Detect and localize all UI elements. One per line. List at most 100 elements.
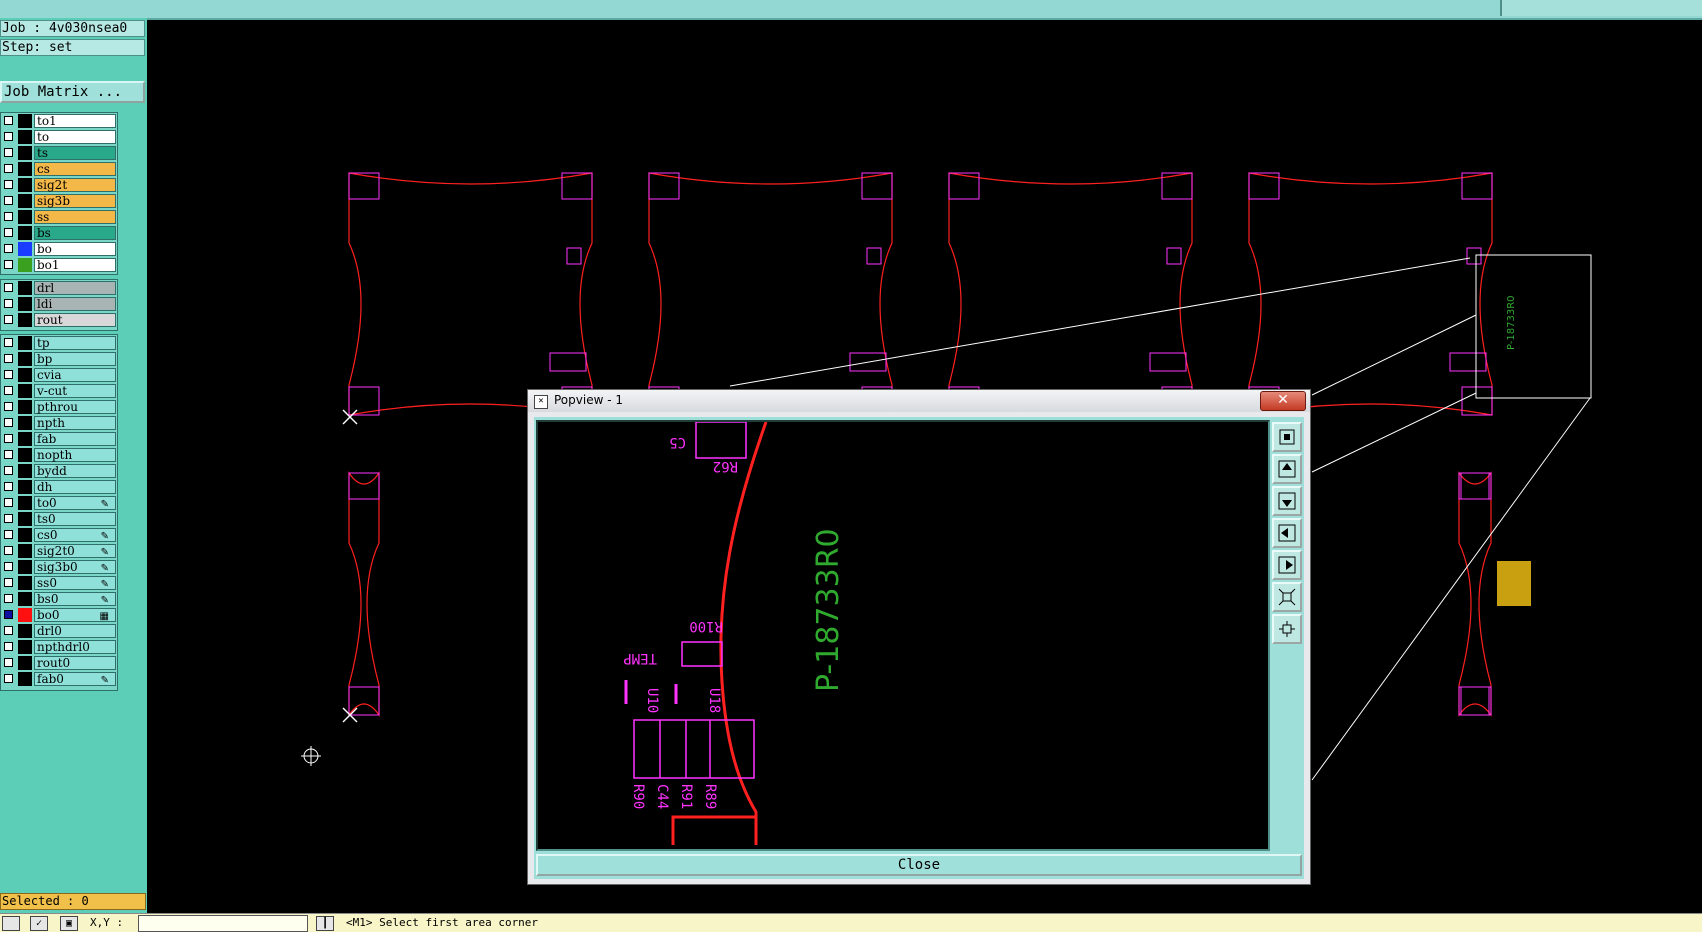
layer-color-swatch[interactable]: [18, 242, 32, 256]
layer-name[interactable]: v-cut: [34, 384, 116, 398]
layer-checkbox[interactable]: [4, 498, 13, 507]
layer-name[interactable]: bydd: [34, 464, 116, 478]
layer-row-v-cut[interactable]: v-cut: [1, 383, 117, 399]
layer-color-swatch[interactable]: [18, 114, 32, 128]
layer-name[interactable]: to0 ✎: [34, 496, 116, 510]
layer-row-ldi[interactable]: ldi: [1, 296, 117, 312]
layer-color-swatch[interactable]: [18, 400, 32, 414]
layer-checkbox[interactable]: [4, 482, 13, 491]
layer-row-npth[interactable]: npth: [1, 415, 117, 431]
snap-icon[interactable]: ▣: [60, 916, 78, 931]
layer-row-to1[interactable]: to1: [1, 113, 117, 129]
layer-checkbox[interactable]: [4, 260, 13, 269]
layer-checkbox[interactable]: [4, 562, 13, 571]
layer-row-to[interactable]: to: [1, 129, 117, 145]
layer-checkbox[interactable]: [4, 418, 13, 427]
layer-name[interactable]: fab0 ✎: [34, 672, 116, 686]
layer-name[interactable]: npth: [34, 416, 116, 430]
layer-color-swatch[interactable]: [18, 384, 32, 398]
layer-color-swatch[interactable]: [18, 512, 32, 526]
layer-name[interactable]: ss: [34, 210, 116, 224]
layer-checkbox[interactable]: [4, 212, 13, 221]
layer-checkbox[interactable]: [4, 450, 13, 459]
layer-color-swatch[interactable]: [18, 656, 32, 670]
check-icon[interactable]: ✓: [30, 916, 48, 931]
layer-row-pthrou[interactable]: pthrou: [1, 399, 117, 415]
layer-checkbox[interactable]: [4, 610, 13, 619]
close-button[interactable]: Close: [536, 854, 1302, 876]
layer-checkbox[interactable]: [4, 116, 13, 125]
layer-name[interactable]: npthdrl0: [34, 640, 116, 654]
xy-input[interactable]: [138, 915, 308, 932]
layer-name[interactable]: bs0 ✎: [34, 592, 116, 606]
tool-button-1[interactable]: [2, 916, 20, 931]
layer-color-swatch[interactable]: [18, 608, 32, 622]
layer-checkbox[interactable]: [4, 514, 13, 523]
layer-row-dh[interactable]: dh: [1, 479, 117, 495]
popview-canvas[interactable]: R62 C5 R100 TEMP U10 U18 R90 C44 R91 R89…: [536, 420, 1270, 851]
layer-name[interactable]: bo1: [34, 258, 116, 272]
layer-color-swatch[interactable]: [18, 544, 32, 558]
pin-icon[interactable]: ┃: [316, 916, 334, 931]
layer-name[interactable]: fab: [34, 432, 116, 446]
layer-row-drl[interactable]: drl: [1, 280, 117, 296]
layer-row-drl0[interactable]: drl0: [1, 623, 117, 639]
layer-row-rout[interactable]: rout: [1, 312, 117, 328]
layer-checkbox[interactable]: [4, 338, 13, 347]
layer-color-swatch[interactable]: [18, 448, 32, 462]
layer-color-swatch[interactable]: [18, 194, 32, 208]
layer-color-swatch[interactable]: [18, 226, 32, 240]
layer-row-cs[interactable]: cs: [1, 161, 117, 177]
layer-row-ts[interactable]: ts: [1, 145, 117, 161]
layer-row-bydd[interactable]: bydd: [1, 463, 117, 479]
layer-color-swatch[interactable]: [18, 146, 32, 160]
layer-color-swatch[interactable]: [18, 480, 32, 494]
layer-color-swatch[interactable]: [18, 352, 32, 366]
layer-checkbox[interactable]: [4, 299, 13, 308]
layer-color-swatch[interactable]: [18, 464, 32, 478]
layer-color-swatch[interactable]: [18, 640, 32, 654]
layer-color-swatch[interactable]: [18, 432, 32, 446]
layer-checkbox[interactable]: [4, 642, 13, 651]
layer-name[interactable]: bo: [34, 242, 116, 256]
layer-name[interactable]: to: [34, 130, 116, 144]
layer-color-swatch[interactable]: [18, 210, 32, 224]
layer-row-bo[interactable]: bo: [1, 241, 117, 257]
layer-checkbox[interactable]: [4, 370, 13, 379]
layer-row-sig2t0[interactable]: sig2t0 ✎: [1, 543, 117, 559]
layer-checkbox[interactable]: [4, 196, 13, 205]
layer-name[interactable]: cs0 ✎: [34, 528, 116, 542]
pan-left-icon[interactable]: [1272, 518, 1302, 548]
layer-name[interactable]: bs: [34, 226, 116, 240]
layer-checkbox[interactable]: [4, 674, 13, 683]
layer-name[interactable]: drl0: [34, 624, 116, 638]
layer-checkbox[interactable]: [4, 132, 13, 141]
layer-row-tp[interactable]: tp: [1, 335, 117, 351]
layer-name[interactable]: sig2t: [34, 178, 116, 192]
layer-color-swatch[interactable]: [18, 258, 32, 272]
layer-checkbox[interactable]: [4, 354, 13, 363]
layer-name[interactable]: ts0: [34, 512, 116, 526]
layer-checkbox[interactable]: [4, 434, 13, 443]
layer-name[interactable]: cs: [34, 162, 116, 176]
layer-color-swatch[interactable]: [18, 162, 32, 176]
layer-checkbox[interactable]: [4, 164, 13, 173]
layer-name[interactable]: pthrou: [34, 400, 116, 414]
layer-name[interactable]: ss0 ✎: [34, 576, 116, 590]
pan-right-icon[interactable]: [1272, 550, 1302, 580]
layer-row-bs0[interactable]: bs0 ✎: [1, 591, 117, 607]
layer-color-swatch[interactable]: [18, 576, 32, 590]
layer-name[interactable]: rout: [34, 313, 116, 327]
layer-checkbox[interactable]: [4, 546, 13, 555]
pan-down-icon[interactable]: [1272, 486, 1302, 516]
layer-row-sig2t[interactable]: sig2t: [1, 177, 117, 193]
layer-row-nopth[interactable]: nopth: [1, 447, 117, 463]
layer-checkbox[interactable]: [4, 530, 13, 539]
layer-color-swatch[interactable]: [18, 624, 32, 638]
close-icon[interactable]: ✕: [1260, 391, 1306, 411]
layer-row-fab[interactable]: fab: [1, 431, 117, 447]
layer-row-cvia[interactable]: cvia: [1, 367, 117, 383]
layer-checkbox[interactable]: [4, 283, 13, 292]
layer-checkbox[interactable]: [4, 466, 13, 475]
layer-name[interactable]: tp: [34, 336, 116, 350]
